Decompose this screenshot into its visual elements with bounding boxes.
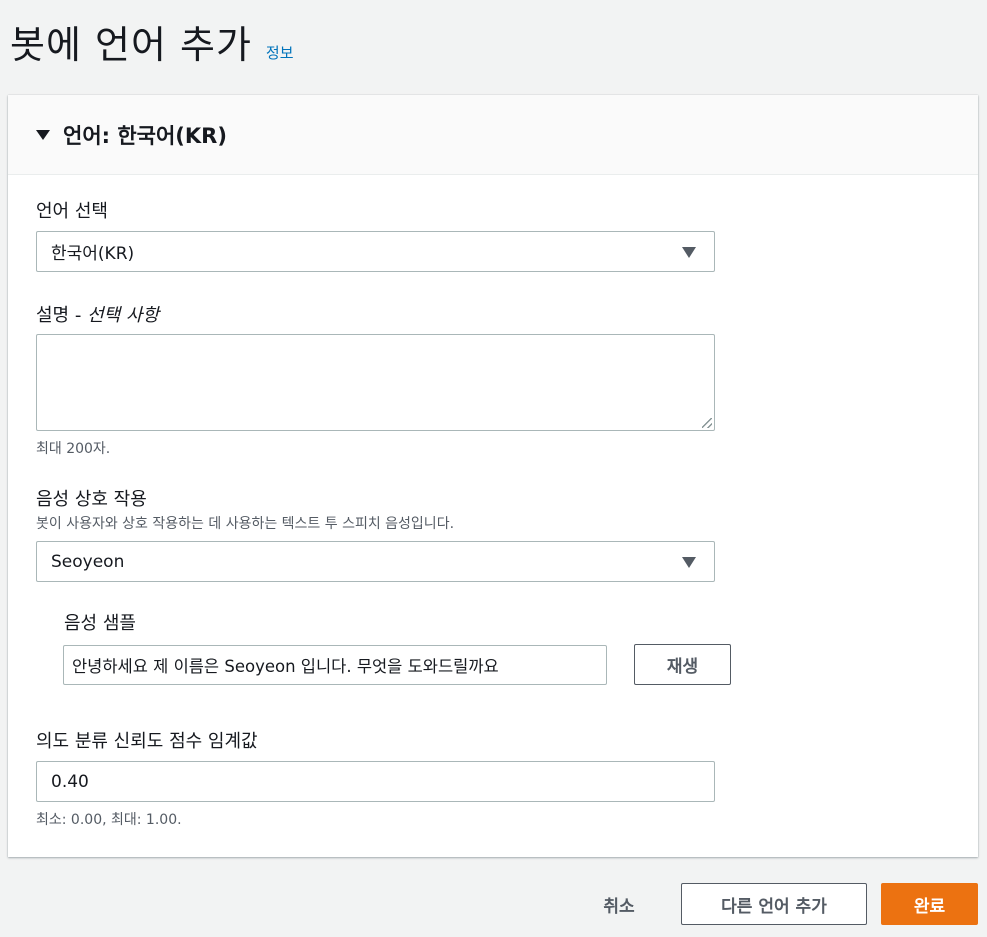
voice-label: 음성 상호 작용 xyxy=(36,489,147,510)
page: 봇에 언어 추가 정보 언어: 한국어(KR) 언어 선택 한국어(KR) 설명… xyxy=(0,0,987,937)
language-select[interactable]: 한국어(KR) xyxy=(36,231,715,272)
description-textarea[interactable] xyxy=(36,334,715,431)
info-link[interactable]: 정보 xyxy=(266,42,294,63)
panel-header-toggle[interactable]: 언어: 한국어(KR) xyxy=(8,95,978,175)
voice-select[interactable]: Seoyeon xyxy=(36,541,715,582)
cancel-button[interactable]: 취소 xyxy=(585,883,653,925)
panel-title: 언어: 한국어(KR) xyxy=(63,123,227,148)
dropdown-arrow-icon xyxy=(682,557,696,568)
threshold-hint: 최소: 0.00, 최대: 1.00. xyxy=(36,812,182,828)
voice-description: 봇이 사용자와 상호 작용하는 데 사용하는 텍스트 투 스피치 음성입니다. xyxy=(36,516,455,532)
voice-sample-input[interactable] xyxy=(63,645,607,685)
resize-grip-icon[interactable] xyxy=(702,418,712,428)
done-button[interactable]: 완료 xyxy=(881,883,978,925)
play-button[interactable]: 재생 xyxy=(634,644,731,685)
caret-down-icon xyxy=(36,129,50,140)
page-header: 봇에 언어 추가 정보 xyxy=(10,14,294,69)
description-label: 설명 - 선택 사항 xyxy=(36,301,159,327)
threshold-input[interactable] xyxy=(36,761,715,802)
voice-sample-label: 음성 샘플 xyxy=(64,613,136,634)
description-label-text: 설명 - xyxy=(36,305,88,326)
language-select-value: 한국어(KR) xyxy=(51,244,135,264)
dropdown-arrow-icon xyxy=(682,247,696,258)
page-title: 봇에 언어 추가 xyxy=(10,23,252,67)
language-panel: 언어: 한국어(KR) 언어 선택 한국어(KR) 설명 - 선택 사항 최대 … xyxy=(8,95,978,857)
description-hint: 최대 200자. xyxy=(36,441,111,457)
language-label: 언어 선택 xyxy=(36,201,108,222)
threshold-label: 의도 분류 신뢰도 점수 임계값 xyxy=(36,731,258,752)
description-label-optional: 선택 사항 xyxy=(87,305,160,326)
add-another-language-button[interactable]: 다른 언어 추가 xyxy=(681,883,867,925)
voice-select-value: Seoyeon xyxy=(51,551,125,572)
